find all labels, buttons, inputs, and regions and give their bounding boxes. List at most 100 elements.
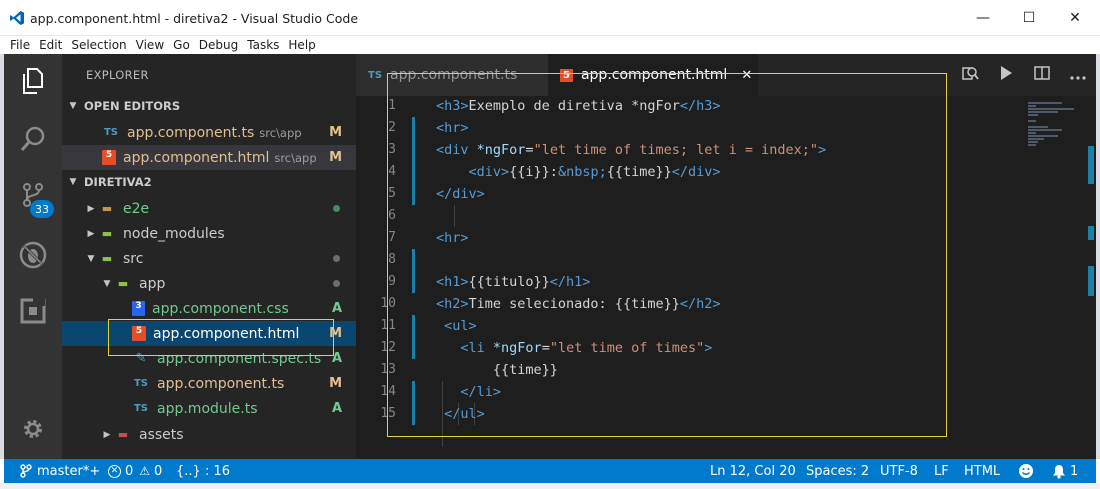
tree-folder-node-modules[interactable]: ▶ ▬ node_modules <box>62 221 356 246</box>
code-editor[interactable]: 1 2 3 4 5 6 7 8 9 10 11 12 13 14 15 <h3>Exemplo de dir… <box>356 96 1096 459</box>
typescript-file-icon: TS <box>368 69 383 81</box>
indentation-item[interactable]: Spaces: 2 <box>806 459 869 483</box>
added-badge: A <box>331 301 342 316</box>
typescript-file-icon: TS <box>133 403 149 414</box>
more-actions-icon[interactable] <box>1060 66 1096 84</box>
code-line: {{time}} <box>492 362 558 378</box>
tree-folder-assets[interactable]: ▶ ▬ assets <box>62 422 356 447</box>
modified-badge: M <box>329 326 342 341</box>
tree-file-app-component-ts[interactable]: TS app.component.ts M <box>62 371 356 396</box>
close-tab-icon[interactable]: ✕ <box>741 68 752 83</box>
tree-folder-src[interactable]: ▼ ▬ src <box>62 246 356 271</box>
tab-label: app.component.html <box>580 67 728 83</box>
menu-tasks[interactable]: Tasks <box>247 38 279 52</box>
line-number: 9 <box>388 274 396 289</box>
encoding-item[interactable]: UTF-8 <box>880 459 918 483</box>
tree-file-app-module-ts[interactable]: TS app.module.ts A <box>62 396 356 421</box>
chevron-down-icon: ▼ <box>69 101 77 111</box>
language-mode-item[interactable]: HTML <box>964 459 1000 483</box>
open-editors-header[interactable]: ▼ OPEN EDITORS <box>62 95 356 117</box>
feedback-smiley-icon[interactable] <box>1018 459 1034 483</box>
chevron-right-icon: ▶ <box>87 228 95 239</box>
menu-file[interactable]: File <box>10 38 30 52</box>
modified-line-indicator <box>412 381 415 403</box>
modified-line-indicator <box>412 271 415 293</box>
problems-item[interactable]: ✕ 0 ⚠ 0 <box>108 459 162 483</box>
code-line: </div> <box>436 186 485 202</box>
status-dot <box>333 255 340 262</box>
typescript-file-icon: TS <box>133 378 149 389</box>
status-bar: master*+ ✕ 0 ⚠ 0 {..} : 16 Ln 12, Col 20… <box>4 459 1096 483</box>
cursor-position-item[interactable]: Ln 12, Col 20 <box>710 459 796 483</box>
modified-line-indicator <box>412 117 415 139</box>
eol-item[interactable]: LF <box>934 459 949 483</box>
tree-file-app-component-html[interactable]: 5 app.component.html M <box>62 321 356 346</box>
warning-icon: ⚠ <box>139 464 151 478</box>
tree-file-app-component-spec-ts[interactable]: ✎ app.component.spec.ts A <box>62 346 356 371</box>
typescript-file-icon: TS <box>103 127 119 138</box>
code-line: </ul> <box>444 406 485 422</box>
modified-line-indicator <box>412 403 415 425</box>
overview-ruler[interactable] <box>1086 96 1096 459</box>
line-number: 14 <box>380 384 396 399</box>
line-number: 8 <box>388 252 396 267</box>
tab-app-component-html[interactable]: 5 app.component.html ✕ <box>548 54 758 96</box>
modified-line-indicator <box>412 337 415 359</box>
code-line: </li> <box>460 384 502 400</box>
run-icon[interactable] <box>988 65 1024 85</box>
modified-line-indicator <box>412 315 415 337</box>
editor-tab-bar: TS app.component.ts 5 app.component.html… <box>356 54 1096 96</box>
close-window-button[interactable]: ✕ <box>1052 0 1098 36</box>
modified-line-indicator <box>412 161 415 183</box>
project-header[interactable]: ▼ DIRETIVA2 <box>62 171 356 193</box>
debug-icon[interactable] <box>18 240 48 270</box>
added-badge: A <box>331 401 342 416</box>
split-editor-icon[interactable] <box>1024 65 1060 85</box>
menu-debug[interactable]: Debug <box>199 38 238 52</box>
search-icon[interactable] <box>18 124 48 154</box>
line-number: 11 <box>380 318 396 333</box>
tree-file-app-component-css[interactable]: 3 app.component.css A <box>62 296 356 321</box>
sidebar-title: EXPLORER <box>86 68 149 82</box>
workbench: 33 EXPLORER ▼ OPEN EDITORS TS app.compon… <box>4 54 1096 459</box>
tab-app-component-ts[interactable]: TS app.component.ts <box>356 54 548 96</box>
gear-icon[interactable] <box>18 414 48 444</box>
code-line: <hr> <box>436 230 469 246</box>
code-line: <li *ngFor="let time of times"> <box>460 340 713 356</box>
git-branch-icon <box>20 464 32 478</box>
git-branch-item[interactable]: master*+ <box>20 459 100 483</box>
minimap[interactable] <box>1028 102 1082 192</box>
source-control-badge: 33 <box>30 200 54 218</box>
html-file-icon: 5 <box>560 68 573 82</box>
html-file-icon: 5 <box>102 150 116 165</box>
menu-edit[interactable]: Edit <box>39 38 62 52</box>
app-folder-icon: ▬ <box>117 277 129 290</box>
menu-go[interactable]: Go <box>173 38 190 52</box>
css-file-icon: 3 <box>132 301 145 316</box>
activity-bar: 33 <box>4 54 62 459</box>
extensions-icon[interactable] <box>18 296 48 326</box>
background-strip-bottom <box>0 483 1100 489</box>
menu-view[interactable]: View <box>136 38 164 52</box>
code-line: <ul> <box>444 318 477 334</box>
open-editor-path: src\app <box>274 150 317 165</box>
notifications-item[interactable]: 1 <box>1052 459 1078 483</box>
open-editor-item-app-component-ts[interactable]: TS app.component.ts src\app M <box>62 120 356 145</box>
code-line: <div>{{i}}:&nbsp;{{time}}</div> <box>468 164 721 180</box>
tree-folder-app[interactable]: ▼ ▬ app <box>62 271 356 296</box>
bell-icon <box>1053 464 1065 479</box>
node-folder-icon: ▬ <box>101 227 113 240</box>
minimize-button[interactable]: — <box>960 0 1006 36</box>
maximize-button[interactable]: ☐ <box>1006 0 1052 36</box>
open-changes-icon[interactable] <box>952 64 988 86</box>
menu-help[interactable]: Help <box>288 38 315 52</box>
tree-folder-e2e[interactable]: ▶ ▬ e2e <box>62 196 356 221</box>
explorer-icon[interactable] <box>18 66 48 96</box>
selector-item[interactable]: {..} : 16 <box>176 459 230 483</box>
title-bar: app.component.html - diretiva2 - Visual … <box>0 0 1100 36</box>
open-editor-item-app-component-html[interactable]: 5 app.component.html src\app M <box>62 145 356 170</box>
html-file-icon: 5 <box>132 326 146 341</box>
chevron-right-icon: ▶ <box>103 429 111 440</box>
code-line: <div *ngFor="let time of times; let i = … <box>436 142 827 158</box>
menu-selection[interactable]: Selection <box>71 38 126 52</box>
